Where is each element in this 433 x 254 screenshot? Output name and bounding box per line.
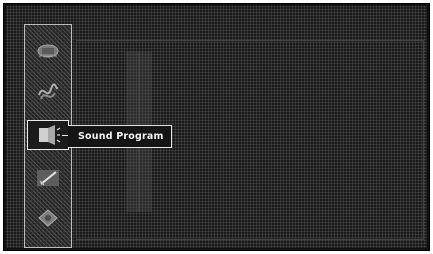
audio-waves-icon bbox=[38, 83, 58, 100]
options-icon bbox=[38, 209, 58, 227]
menu-item-setup[interactable] bbox=[34, 166, 62, 190]
picture-icon bbox=[37, 44, 59, 58]
menu-tooltip: Sound Program bbox=[68, 125, 172, 148]
tv-screen: Sound Program bbox=[3, 3, 430, 251]
menu-item-audio[interactable] bbox=[34, 80, 62, 104]
osd-menu-sidebar bbox=[24, 24, 72, 248]
tooltip-label: Sound Program bbox=[78, 131, 164, 142]
setup-icon bbox=[37, 170, 59, 186]
menu-item-options[interactable] bbox=[34, 206, 62, 230]
sound-program-icon bbox=[39, 125, 61, 145]
menu-item-picture[interactable] bbox=[34, 39, 62, 63]
